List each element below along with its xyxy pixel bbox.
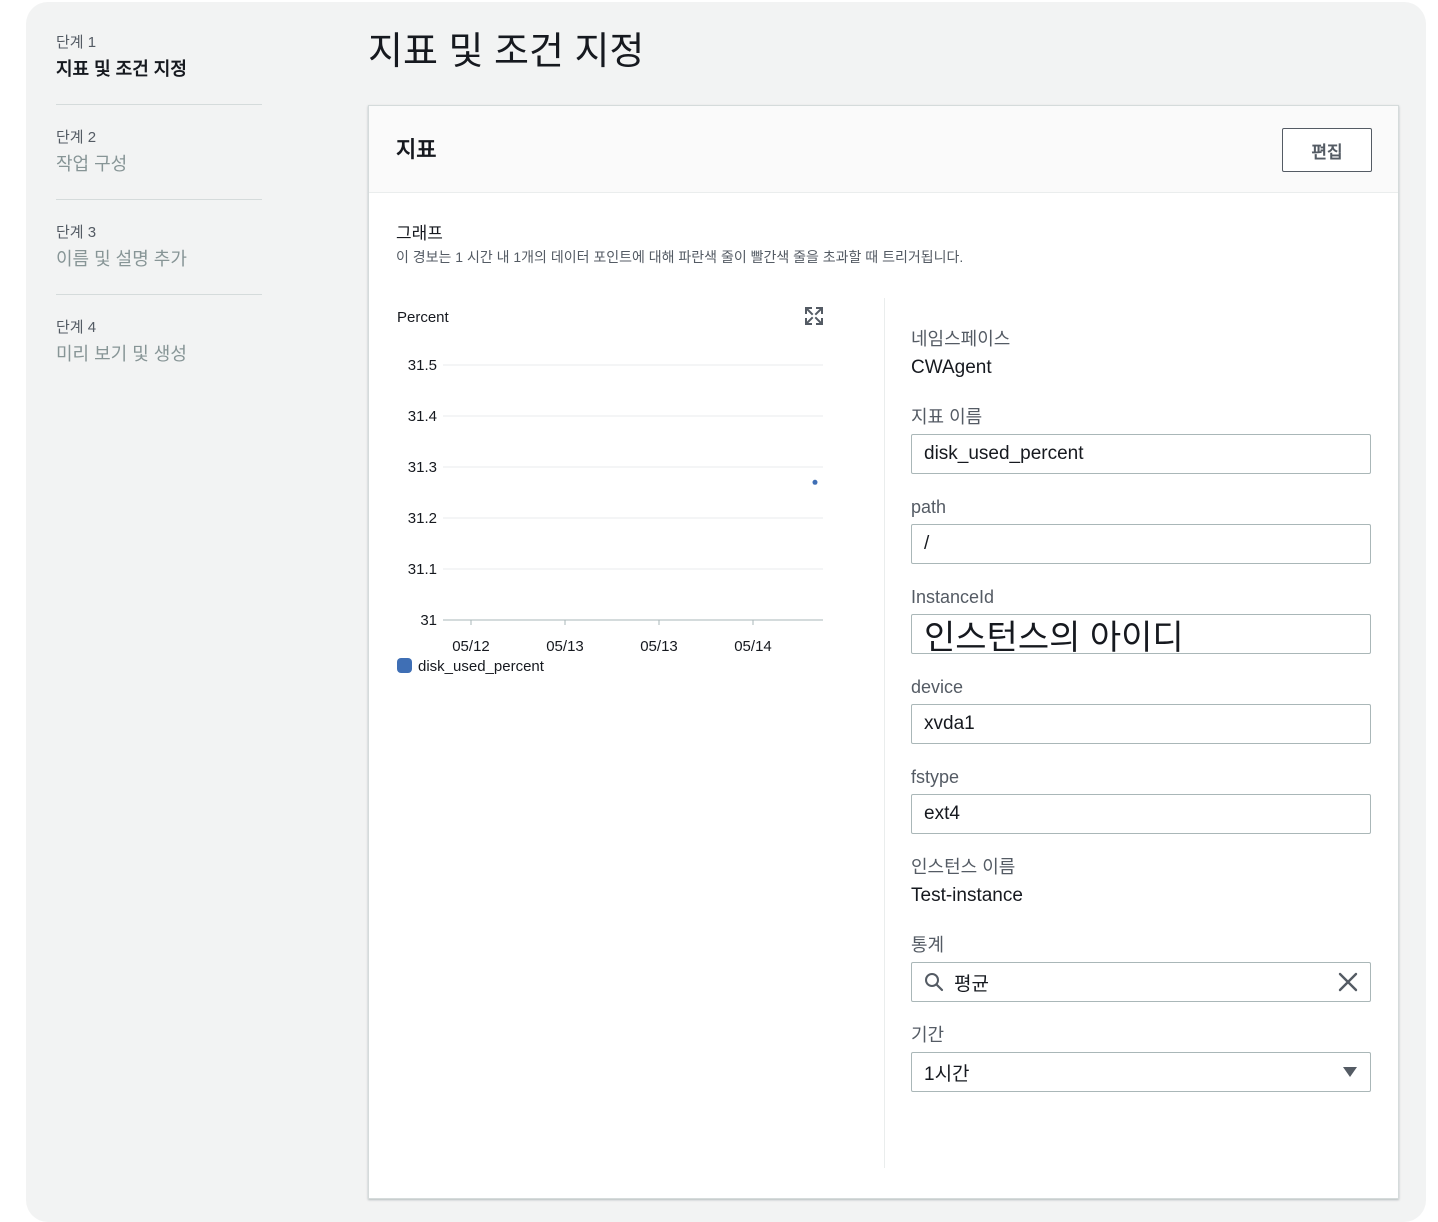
statistic-input[interactable]: 평균 bbox=[911, 962, 1371, 1002]
legend-swatch bbox=[397, 658, 412, 673]
step-title: 미리 보기 및 생성 bbox=[56, 344, 187, 364]
path-label: path bbox=[911, 497, 947, 517]
fstype-input[interactable]: ext4 bbox=[911, 794, 1371, 834]
graph-label: 그래프 bbox=[396, 224, 443, 243]
y-tick-label: 31.3 bbox=[408, 459, 437, 476]
statistic-value: 평균 bbox=[954, 973, 989, 995]
step-3[interactable]: 단계 3 이름 및 설명 추가 bbox=[56, 220, 262, 295]
instance-name-label: 인스턴스 이름 bbox=[911, 857, 1016, 877]
step-1[interactable]: 단계 1 지표 및 조건 지정 bbox=[56, 30, 262, 105]
instanceid-label: InstanceId bbox=[911, 587, 995, 607]
search-icon bbox=[924, 972, 944, 992]
instanceid-value: 인스턴스의 아이디 bbox=[924, 618, 1184, 657]
period-field: 기간 1시간 bbox=[911, 1022, 1371, 1092]
device-input[interactable]: xvda1 bbox=[911, 704, 1371, 744]
y-tick-label: 31 bbox=[420, 612, 437, 629]
instance-name-field: 인스턴스 이름 Test-instance bbox=[911, 854, 1371, 912]
path-value: / bbox=[924, 533, 930, 554]
x-tick-label: 05/13 bbox=[546, 638, 584, 655]
x-tick-label: 05/14 bbox=[734, 638, 772, 655]
instanceid-field: InstanceId 인스턴스의 아이디 bbox=[911, 584, 1371, 657]
period-label: 기간 bbox=[911, 1025, 945, 1045]
fstype-label: fstype bbox=[911, 767, 960, 787]
y-axis-label: Percent bbox=[397, 309, 450, 326]
path-input[interactable]: / bbox=[911, 524, 1371, 564]
data-point bbox=[812, 479, 818, 485]
y-tick-label: 31.5 bbox=[408, 357, 437, 374]
column-divider bbox=[884, 298, 885, 1168]
caret-down-icon bbox=[1342, 1066, 1358, 1078]
instance-name-value: Test-instance bbox=[911, 885, 1023, 906]
legend-label: disk_used_percent bbox=[418, 658, 545, 675]
metric-name-value: disk_used_percent bbox=[924, 443, 1084, 464]
fstype-value: ext4 bbox=[924, 803, 960, 824]
y-tick-label: 31.2 bbox=[408, 510, 437, 527]
step-title: 이름 및 설명 추가 bbox=[56, 249, 187, 269]
metric-panel: 지표 편집 그래프 이 경보는 1 시간 내 1개의 데이터 포인트에 대해 파… bbox=[368, 105, 1399, 1199]
fstype-field: fstype ext4 bbox=[911, 764, 1371, 834]
graph-description: 이 경보는 1 시간 내 1개의 데이터 포인트에 대해 파란색 줄이 빨간색 … bbox=[396, 249, 964, 265]
metric-chart: Percent 31.5 31.4 31.3 31.2 31.1 31 05/12 05/13 0… bbox=[397, 309, 823, 675]
step-2[interactable]: 단계 2 작업 구성 bbox=[56, 125, 262, 200]
metric-name-field: 지표 이름 disk_used_percent bbox=[911, 404, 1371, 474]
device-label: device bbox=[911, 677, 964, 697]
panel-header: 지표 편집 bbox=[369, 106, 1398, 193]
namespace-label: 네임스페이스 bbox=[911, 329, 1011, 349]
step-4[interactable]: 단계 4 미리 보기 및 생성 bbox=[56, 315, 262, 389]
step-title: 지표 및 조건 지정 bbox=[56, 59, 187, 79]
device-field: device xvda1 bbox=[911, 674, 1371, 744]
namespace-value: CWAgent bbox=[911, 357, 992, 378]
period-value: 1시간 bbox=[924, 1063, 970, 1085]
y-tick-label: 31.4 bbox=[408, 408, 437, 425]
metric-name-label: 지표 이름 bbox=[911, 407, 983, 427]
step-title: 작업 구성 bbox=[56, 154, 128, 174]
instanceid-input[interactable]: 인스턴스의 아이디 bbox=[911, 614, 1371, 657]
period-select[interactable]: 1시간 bbox=[911, 1052, 1371, 1092]
edit-button[interactable]: 편집 bbox=[1282, 128, 1372, 172]
namespace-field: 네임스페이스 CWAgent bbox=[911, 326, 1371, 384]
x-tick-label: 05/13 bbox=[640, 638, 678, 655]
step-number: 단계 3 bbox=[56, 224, 97, 241]
wizard-steps: 단계 1 지표 및 조건 지정 단계 2 작업 구성 단계 3 이름 및 설명 … bbox=[56, 30, 262, 409]
expand-icon[interactable] bbox=[804, 306, 824, 326]
close-icon[interactable] bbox=[1338, 972, 1358, 992]
page-title: 지표 및 조건 지정 bbox=[368, 31, 645, 73]
statistic-label: 통계 bbox=[911, 935, 945, 955]
x-tick-label: 05/12 bbox=[452, 638, 490, 655]
y-tick-label: 31.1 bbox=[408, 561, 437, 578]
step-number: 단계 4 bbox=[56, 319, 97, 336]
panel-title: 지표 bbox=[396, 137, 437, 162]
statistic-field: 통계 평균 bbox=[911, 932, 1371, 1002]
path-field: path / bbox=[911, 494, 1371, 564]
step-number: 단계 1 bbox=[56, 34, 97, 51]
step-number: 단계 2 bbox=[56, 129, 97, 146]
metric-name-input[interactable]: disk_used_percent bbox=[911, 434, 1371, 474]
device-value: xvda1 bbox=[924, 713, 975, 734]
metric-details: 네임스페이스 CWAgent 지표 이름 disk_used_percent p… bbox=[911, 326, 1371, 1112]
